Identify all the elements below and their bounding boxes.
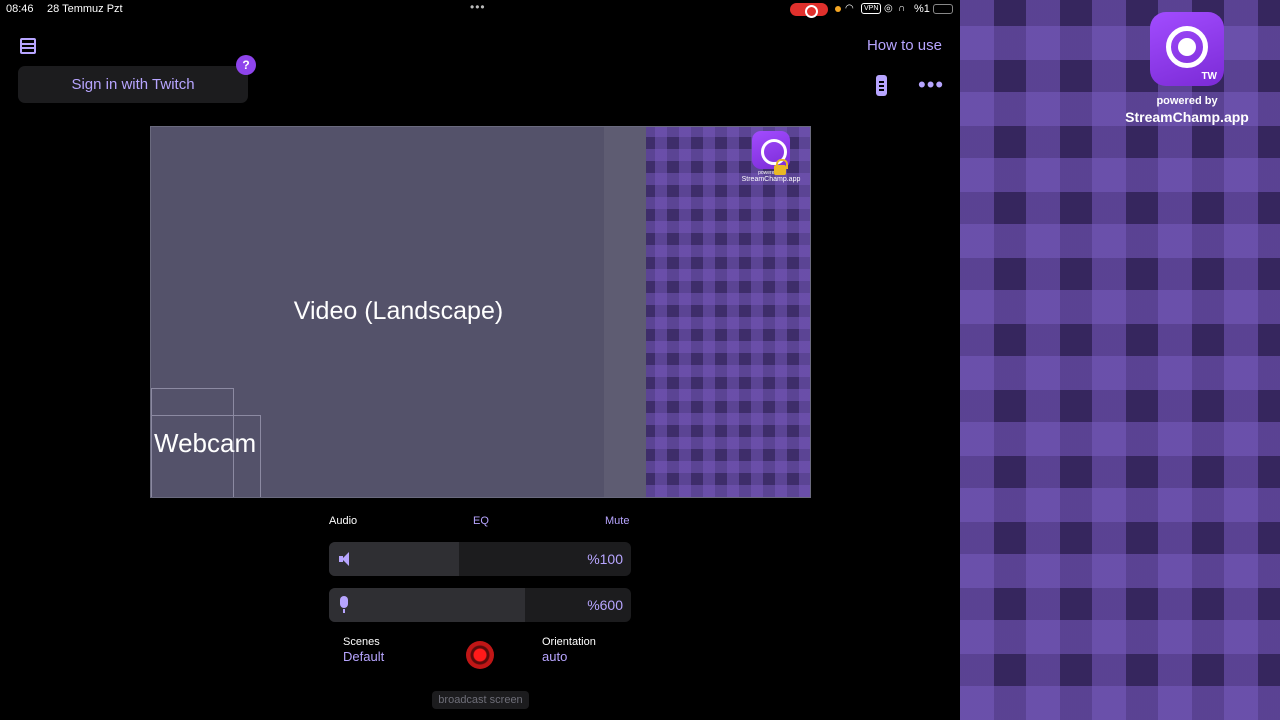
volume-slider[interactable]: %100: [329, 542, 631, 576]
mic-slider-fill: [329, 588, 526, 622]
watermark-site: StreamChamp.app: [741, 176, 801, 183]
orientation-label: Orientation: [542, 636, 596, 648]
headphones-icon: ∩: [898, 3, 906, 14]
film-icon[interactable]: [20, 38, 36, 54]
help-icon[interactable]: ?: [236, 55, 256, 75]
volume-value: %100: [587, 551, 623, 567]
how-to-use-link[interactable]: How to use: [867, 37, 942, 54]
lock-rotation-icon: ◎: [884, 3, 893, 14]
webcam-label: Webcam: [154, 428, 257, 458]
battery-percent: %1: [914, 3, 930, 15]
mic-value: %600: [587, 597, 623, 613]
brand-block: TW powered by StreamChamp.app: [1120, 12, 1254, 125]
video-source-label: Video (Landscape): [293, 297, 504, 325]
scenes-selector[interactable]: Default: [343, 649, 384, 664]
mic-slider[interactable]: %600: [329, 588, 631, 622]
speaker-icon: [339, 552, 355, 566]
lock-icon: [774, 159, 788, 175]
stream-preview[interactable]: Video (Landscape) Webcam powered by Stre…: [150, 126, 811, 498]
streamchamp-logo-icon: TW: [1150, 12, 1224, 86]
brand-site-label: StreamChamp.app: [1125, 109, 1249, 125]
watermark-logo: powered by StreamChamp.app: [731, 131, 810, 183]
powered-by-label: powered by: [1156, 95, 1218, 107]
screen-recording-icon: [790, 3, 828, 18]
status-time: 08:46: [6, 3, 34, 15]
orientation-selector[interactable]: auto: [542, 649, 567, 664]
scenes-label: Scenes: [343, 636, 380, 648]
mute-button[interactable]: Mute: [605, 515, 629, 527]
wifi-icon: ◠: [845, 3, 854, 14]
status-date: 28 Temmuz Pzt: [47, 3, 123, 15]
more-options-icon[interactable]: •••: [918, 74, 944, 96]
tw-badge: TW: [1201, 71, 1217, 82]
status-bar: 08:46 28 Temmuz Pzt ••• ◠ VPN ◎ ∩ %1: [0, 0, 960, 18]
vpn-icon: VPN: [861, 3, 882, 14]
microphone-icon: [340, 596, 348, 613]
audio-label: Audio: [329, 515, 358, 527]
eq-button[interactable]: EQ: [473, 515, 489, 527]
battery-icon: [933, 4, 953, 14]
record-button[interactable]: [466, 641, 494, 669]
remote-icon[interactable]: [876, 75, 887, 96]
multitask-dots[interactable]: •••: [470, 0, 486, 14]
broadcast-screen-button[interactable]: broadcast screen: [432, 691, 529, 709]
sign-in-twitch-button[interactable]: Sign in with Twitch: [18, 66, 248, 103]
microphone-indicator-icon: [835, 6, 841, 12]
